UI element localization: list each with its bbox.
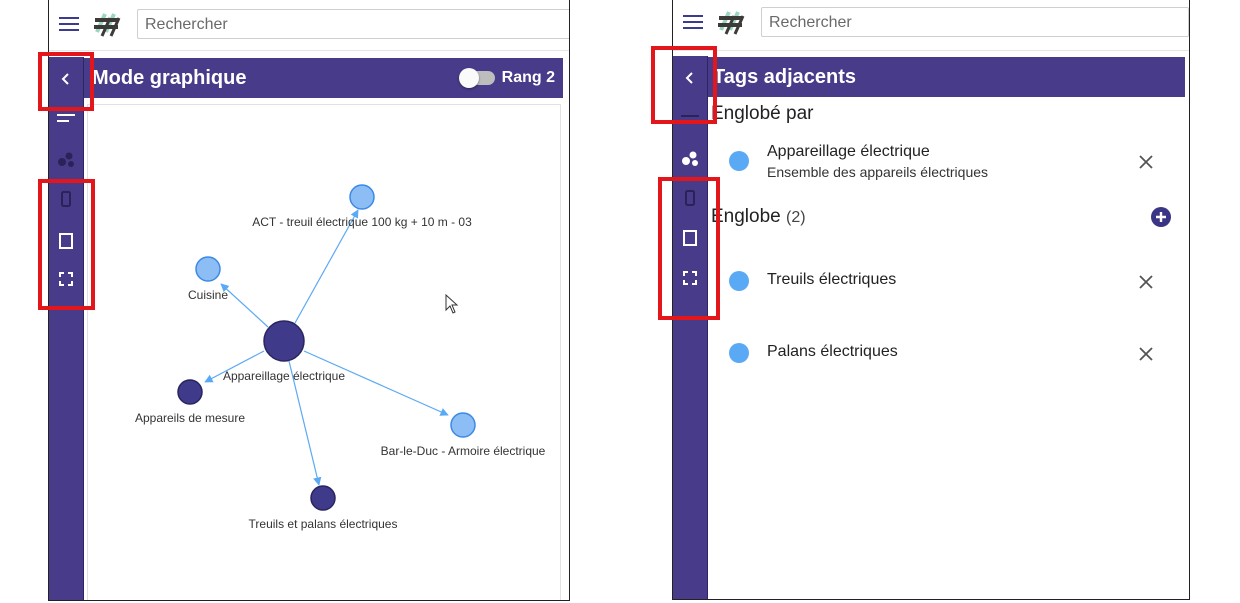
app-logo bbox=[94, 13, 121, 37]
portrait-narrow-icon[interactable] bbox=[49, 187, 83, 211]
list-icon[interactable] bbox=[49, 107, 83, 131]
section-title: Englobe (2) bbox=[711, 206, 806, 227]
graph-node[interactable] bbox=[450, 412, 476, 438]
edge-cuisine bbox=[220, 283, 269, 328]
search-input[interactable] bbox=[138, 10, 548, 40]
page-title: Tags adjacents bbox=[713, 65, 857, 88]
graph-node[interactable] bbox=[349, 184, 375, 210]
tag-name: Palans électriques bbox=[767, 343, 898, 360]
fullscreen-icon[interactable] bbox=[49, 267, 83, 291]
graph-svg: Appareillage électrique ACT - treuil éle… bbox=[135, 184, 546, 531]
graph-node-label: Cuisine bbox=[188, 288, 228, 302]
sidebar bbox=[49, 57, 84, 600]
portrait-narrow-icon[interactable] bbox=[673, 186, 707, 210]
graph-canvas[interactable]: Appareillage électrique ACT - treuil éle… bbox=[87, 104, 561, 600]
search-input[interactable] bbox=[762, 8, 1160, 38]
sidebar bbox=[673, 56, 708, 599]
app-logo bbox=[718, 11, 745, 35]
rank-toggle[interactable] bbox=[459, 68, 495, 88]
page-title: Mode graphique bbox=[92, 66, 247, 89]
fullscreen-icon[interactable] bbox=[673, 266, 707, 290]
tag-description: Ensemble des appareils électriques bbox=[767, 164, 989, 180]
panel-header: Tags adjacents bbox=[708, 57, 1185, 97]
chevron-left-icon[interactable] bbox=[49, 67, 83, 91]
graph-node[interactable] bbox=[310, 485, 336, 511]
menu-icon[interactable] bbox=[683, 15, 703, 29]
graph-node-label: Appareillage électrique bbox=[223, 369, 345, 383]
mouse-cursor-icon bbox=[445, 293, 459, 314]
graph-nodes-icon[interactable] bbox=[49, 147, 83, 171]
search-box[interactable] bbox=[137, 9, 569, 40]
tag-dot-icon bbox=[729, 151, 749, 171]
top-bar bbox=[673, 0, 1189, 51]
graph-nodes-icon[interactable] bbox=[673, 146, 707, 170]
graph-mode-panel: Mode graphique Rang 2 Appareillage élect… bbox=[48, 0, 570, 601]
portrait-wide-icon[interactable] bbox=[673, 226, 707, 250]
tag-dot-icon bbox=[729, 271, 749, 291]
graph-node-label: Appareils de mesure bbox=[135, 411, 245, 425]
panel-header: Mode graphique Rang 2 bbox=[84, 58, 563, 98]
tag-name: Appareillage électrique bbox=[767, 143, 930, 160]
graph-node-center[interactable] bbox=[263, 320, 305, 362]
portrait-wide-icon[interactable] bbox=[49, 229, 83, 253]
plus-icon bbox=[1156, 212, 1166, 222]
chevron-left-icon[interactable] bbox=[673, 66, 707, 90]
menu-icon[interactable] bbox=[59, 17, 79, 31]
search-box[interactable] bbox=[761, 7, 1189, 38]
rank-label: Rang 2 bbox=[501, 69, 555, 86]
graph-node[interactable] bbox=[177, 379, 203, 405]
tag-name: Treuils électriques bbox=[767, 271, 897, 288]
top-bar bbox=[49, 0, 569, 51]
close-icon[interactable] bbox=[1138, 154, 1154, 170]
graph-node[interactable] bbox=[195, 256, 221, 282]
edge-bar-le-duc bbox=[303, 350, 449, 416]
tag-dot-icon bbox=[729, 343, 749, 363]
close-icon[interactable] bbox=[1138, 274, 1154, 290]
add-button[interactable] bbox=[1151, 207, 1171, 227]
graph-node-label: Treuils et palans électriques bbox=[249, 517, 398, 531]
adjacent-tags-panel: Tags adjacents Englobé par Appareillage … bbox=[672, 0, 1190, 600]
close-icon[interactable] bbox=[1138, 346, 1154, 362]
section-title: Englobé par bbox=[711, 103, 814, 124]
graph-node-label: ACT - treuil électrique 100 kg + 10 m - … bbox=[252, 215, 472, 229]
list-icon[interactable] bbox=[673, 104, 707, 128]
graph-node-label: Bar-le-Duc - Armoire électrique bbox=[381, 444, 546, 458]
